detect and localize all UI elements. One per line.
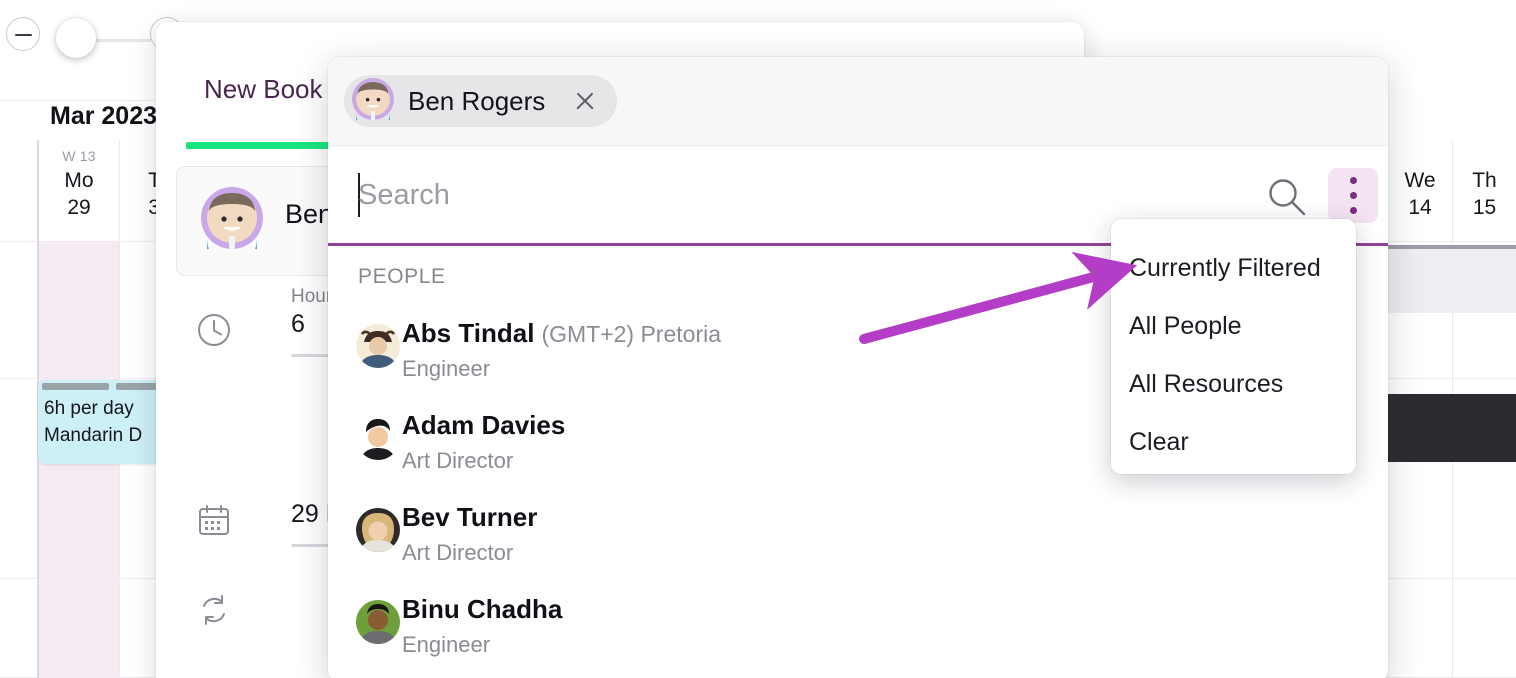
menu-item-clear[interactable]: Clear xyxy=(1111,413,1356,471)
calendar-icon xyxy=(196,502,232,538)
people-section-label: PEOPLE xyxy=(358,265,446,288)
menu-item-all-people[interactable]: All People xyxy=(1111,297,1356,355)
kebab-dot xyxy=(1349,192,1357,199)
week-number-label: W 13 xyxy=(62,148,96,164)
person-name: Adam Davies xyxy=(402,410,566,440)
person-role: Art Director xyxy=(402,540,514,565)
avatar-adam-davies xyxy=(356,416,400,465)
menu-item-currently-filtered[interactable]: Currently Filtered xyxy=(1111,239,1356,297)
kebab-dot xyxy=(1349,177,1357,184)
search-panel-header: Ben Rogers xyxy=(328,57,1388,146)
avatar-ben-rogers xyxy=(201,187,263,264)
day-header: W 13 Mo 29 xyxy=(39,140,119,241)
close-icon[interactable] xyxy=(559,75,611,127)
person-role: Engineer xyxy=(402,632,491,657)
calendar-allocation-band[interactable] xyxy=(1387,245,1516,313)
more-vertical-icon[interactable] xyxy=(1328,168,1378,223)
person-name: Abs Tindal (GMT+2) Pretoria xyxy=(402,318,722,348)
day-name-label: Th xyxy=(1472,169,1497,192)
person-timezone: (GMT+2) Pretoria xyxy=(541,321,722,347)
person-role: Art Director xyxy=(402,448,514,473)
day-name-label: We xyxy=(1404,169,1436,192)
list-item[interactable]: Binu Chadha Engineer xyxy=(328,588,1388,678)
day-number-label: 29 xyxy=(67,196,91,219)
calendar-toolbar xyxy=(0,0,184,68)
repeat-icon xyxy=(196,592,232,628)
search-input[interactable] xyxy=(358,166,1238,224)
day-header: Th 15 xyxy=(1453,140,1516,241)
avatar-ben-rogers xyxy=(352,77,394,130)
avatar-bev-turner xyxy=(356,508,400,557)
selected-person-chip[interactable]: Ben Rogers xyxy=(344,75,618,130)
avatar-binu-chadha xyxy=(356,600,400,649)
day-header: We 14 xyxy=(1388,140,1452,241)
kebab-dot xyxy=(1349,207,1357,214)
zoom-slider-handle[interactable] xyxy=(56,18,96,58)
menu-item-all-resources[interactable]: All Resources xyxy=(1111,355,1356,413)
tab-new-booking[interactable]: New Book xyxy=(204,74,323,105)
selected-person-name: Ben Rogers xyxy=(408,85,546,116)
day-name-label: Mo xyxy=(64,169,94,192)
app-root: Mar 2023 W 13 Mo 29 Tu 30 xyxy=(0,0,1516,678)
clock-icon xyxy=(196,312,232,348)
week-number-label xyxy=(1388,148,1452,168)
calendar-booking-block[interactable] xyxy=(1387,394,1516,462)
person-name: Bev Turner xyxy=(402,502,538,532)
week-number-label xyxy=(1453,148,1516,168)
event-progress-bar-segment xyxy=(42,383,109,390)
booking-person-name: Ben xyxy=(285,199,334,229)
zoom-out-button[interactable] xyxy=(6,17,40,51)
list-item[interactable]: Bev Turner Art Director xyxy=(328,496,1388,588)
person-name: Binu Chadha xyxy=(402,594,563,624)
calendar-event-block[interactable]: 6h per day Mandarin D xyxy=(38,380,163,464)
person-role: Engineer xyxy=(402,356,491,381)
filter-dropdown-menu: Currently Filtered All People All Resour… xyxy=(1111,219,1356,474)
event-line-2: Mandarin D xyxy=(44,425,143,446)
calendar-month-label: Mar 2023 xyxy=(50,102,158,130)
month-divider xyxy=(0,100,160,101)
hours-value: 6 xyxy=(291,310,305,338)
avatar-abs-tindal xyxy=(356,324,400,373)
day-number-label: 14 xyxy=(1408,196,1432,219)
day-number-label: 15 xyxy=(1472,196,1497,219)
search-icon[interactable] xyxy=(1266,176,1308,223)
event-line-1: 6h per day xyxy=(44,398,134,419)
